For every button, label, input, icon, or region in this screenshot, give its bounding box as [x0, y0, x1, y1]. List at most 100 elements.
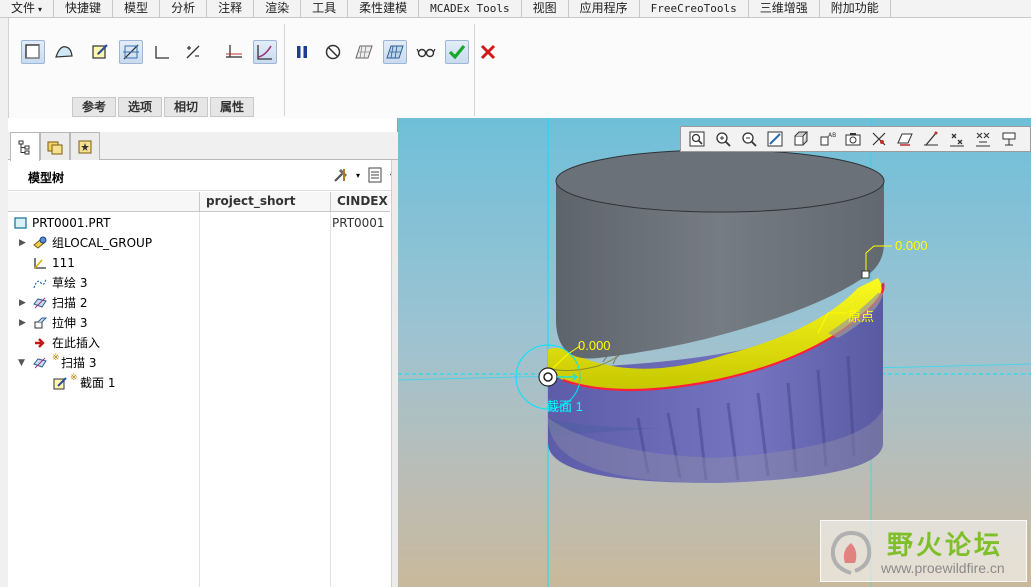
model-tree-icon	[18, 140, 30, 155]
cylinder-top-face[interactable]	[555, 149, 885, 213]
menu-analysis[interactable]: 分析	[160, 0, 208, 17]
zoom-out-button[interactable]	[737, 128, 761, 150]
origin-label: 原点	[848, 309, 875, 324]
menu-flexible-modeling[interactable]: 柔性建模	[348, 0, 420, 17]
menu-view[interactable]: 视图	[522, 0, 569, 17]
menu-freecreotools[interactable]: FreeCreoTools	[640, 0, 749, 17]
trajectory-icon	[257, 45, 272, 60]
chevron-down-icon[interactable]: ▾	[356, 171, 360, 180]
thicken-button[interactable]	[222, 40, 246, 64]
ribbon-separator	[474, 24, 475, 116]
datum-axis-icon	[924, 131, 938, 146]
navigator-panel: 模型树 ▾ ▾ project_short CINDEX PRT0001.PRT…	[8, 118, 398, 587]
refit-button[interactable]	[685, 128, 709, 150]
no-preview-icon	[325, 44, 341, 60]
expand-arrow-icon[interactable]: ▶	[19, 233, 26, 253]
tree-row-part[interactable]: PRT0001.PRT PRT0001	[8, 213, 390, 233]
surface-icon	[55, 46, 73, 58]
trajectory-button[interactable]	[253, 40, 277, 64]
verify-mode-button[interactable]	[383, 40, 407, 64]
sketch-origin-marker[interactable]	[538, 367, 558, 387]
solid-button[interactable]	[21, 40, 45, 64]
constant-section-button[interactable]	[150, 40, 174, 64]
menu-3d-enhance[interactable]: 三维增强	[749, 0, 820, 17]
favorites-icon	[78, 140, 92, 153]
tree-row-local-group[interactable]: ▶ 组LOCAL_GROUP	[8, 233, 390, 253]
glasses-button[interactable]	[414, 40, 438, 64]
variable-section-button[interactable]	[119, 40, 143, 64]
menu-applications[interactable]: 应用程序	[569, 0, 640, 17]
axis-display-button[interactable]	[919, 128, 943, 150]
tab-options[interactable]: 选项	[118, 97, 163, 117]
zoom-fit-icon	[689, 131, 705, 147]
menu-addons[interactable]: 附加功能	[820, 0, 891, 17]
annotation-display-button[interactable]	[997, 128, 1021, 150]
sweep-icon	[33, 297, 47, 309]
svg-text:AB: AB	[828, 132, 836, 139]
tree-row-111[interactable]: 111	[8, 253, 390, 273]
tree-row-section-1[interactable]: ※ 截面 1	[8, 373, 390, 393]
show-list-icon[interactable]	[366, 166, 384, 184]
cindex-value: PRT0001	[332, 216, 385, 230]
pause-button[interactable]	[290, 40, 314, 64]
menu-render[interactable]: 渲染	[254, 0, 302, 17]
sketch-section-button[interactable]	[88, 40, 112, 64]
constant-section-icon	[155, 46, 169, 59]
graphics-viewport[interactable]: 0.000 0.000 原点 截面 1 AB	[398, 118, 1031, 587]
tree-row-extrude-3[interactable]: ▶ 拉伸 3	[8, 313, 390, 333]
display-style-button[interactable]	[789, 128, 813, 150]
tree-row-insert-here[interactable]: 在此插入	[8, 333, 390, 353]
ribbon-group-controls	[290, 40, 500, 64]
tab-favorites[interactable]	[70, 132, 100, 160]
cancel-button[interactable]	[476, 40, 500, 64]
sketch-feature-icon	[33, 278, 47, 289]
zoom-in-button[interactable]	[711, 128, 735, 150]
point-display-button[interactable]	[945, 128, 969, 150]
collapse-arrow-icon[interactable]: ▼	[18, 353, 25, 373]
csys-display-button[interactable]	[971, 128, 995, 150]
tab-folder-browser[interactable]	[40, 132, 70, 160]
dimension-value[interactable]: 0.000	[895, 238, 928, 253]
ribbon-separator	[284, 24, 285, 116]
menu-annotate[interactable]: 注释	[207, 0, 255, 17]
menu-shortcuts[interactable]: 快捷键	[54, 0, 114, 17]
datum-display-button[interactable]	[867, 128, 891, 150]
drag-handle[interactable]	[861, 270, 870, 279]
preview-mesh-icon	[355, 45, 373, 59]
sweep-dashboard: 参考 选项 相切 属性	[8, 18, 1031, 118]
column-project-short[interactable]: project_short	[199, 192, 332, 212]
column-cindex[interactable]: CINDEX	[330, 192, 390, 212]
menu-file[interactable]: 文件 ▾	[0, 0, 55, 17]
preview-button[interactable]	[352, 40, 376, 64]
tree-row-sweep-3[interactable]: ▼ ※ 扫描 3	[8, 353, 390, 373]
tree-label: 拉伸 3	[52, 316, 88, 330]
no-preview-button[interactable]	[321, 40, 345, 64]
tab-model-tree[interactable]	[10, 132, 40, 161]
forum-logo-icon	[830, 530, 872, 575]
menu-model[interactable]: 模型	[113, 0, 161, 17]
dimension-value[interactable]: 0.000	[578, 338, 611, 353]
remove-material-button[interactable]	[181, 40, 205, 64]
tab-properties[interactable]: 属性	[210, 97, 255, 117]
tree-row-sketch-3[interactable]: 草绘 3	[8, 273, 390, 293]
expand-arrow-icon[interactable]: ▶	[19, 293, 26, 313]
view-manager-button[interactable]	[841, 128, 865, 150]
repaint-button[interactable]	[763, 128, 787, 150]
watermark-title: 野火论坛	[887, 531, 1004, 561]
group-icon	[33, 236, 47, 249]
expand-arrow-icon[interactable]: ▶	[19, 313, 26, 333]
saved-views-button[interactable]: AB	[815, 128, 839, 150]
accept-button[interactable]	[445, 40, 469, 64]
3d-model-scene[interactable]	[398, 118, 1031, 587]
sketch-icon	[92, 44, 108, 59]
tree-row-sweep-2[interactable]: ▶ 扫描 2	[8, 293, 390, 313]
tree-scrollbar[interactable]	[391, 160, 398, 587]
tab-tangency[interactable]: 相切	[164, 97, 209, 117]
menu-mcadex-tools[interactable]: MCADEx Tools	[419, 0, 522, 17]
menu-tools[interactable]: 工具	[301, 0, 349, 17]
surface-button[interactable]	[52, 40, 76, 64]
settings-tools-icon[interactable]	[332, 166, 350, 184]
tab-references[interactable]: 参考	[72, 97, 117, 117]
datum-plane-icon	[897, 133, 913, 146]
plane-display-button[interactable]	[893, 128, 917, 150]
